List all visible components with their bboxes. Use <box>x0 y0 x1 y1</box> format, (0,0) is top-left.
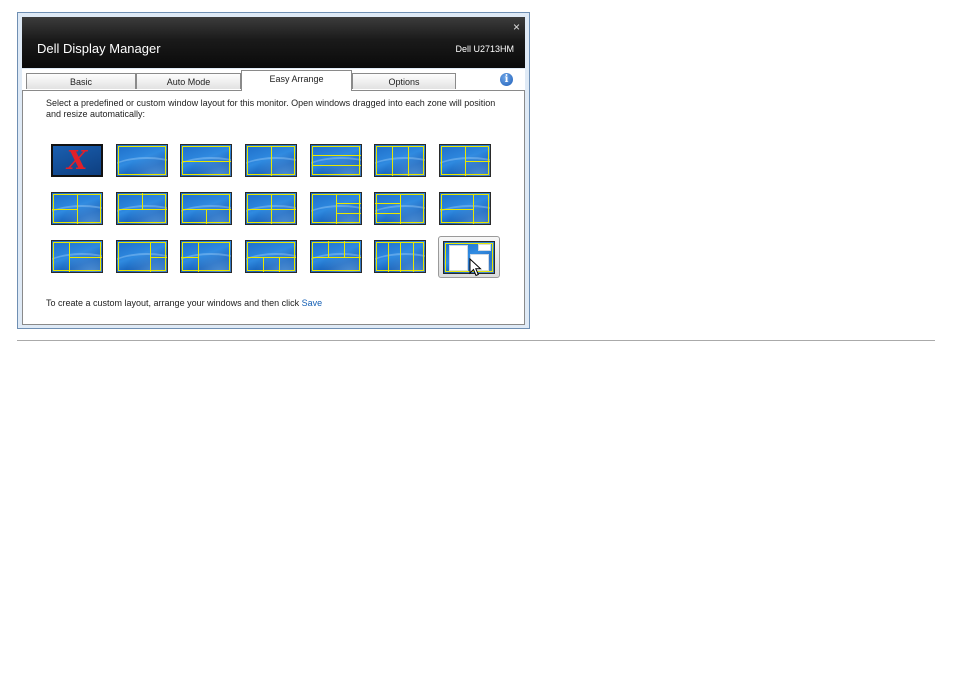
zone-divider <box>440 209 473 210</box>
info-icon[interactable]: i <box>500 73 513 86</box>
zone-divider <box>413 242 414 272</box>
layout-option[interactable] <box>116 240 168 273</box>
zone-divider <box>263 257 264 272</box>
zone-divider <box>336 194 337 224</box>
zone-divider <box>388 242 389 272</box>
zone-divider <box>392 146 393 176</box>
zone-frame <box>312 146 360 175</box>
zone-divider <box>247 209 296 210</box>
layout-option[interactable] <box>51 192 103 225</box>
zone-divider <box>52 209 77 210</box>
zone-divider <box>400 242 401 272</box>
no-layout-mark: X <box>67 146 88 176</box>
zone-divider <box>77 194 78 224</box>
zone-divider <box>375 203 400 204</box>
layout-option[interactable] <box>245 192 297 225</box>
layout-option[interactable] <box>116 144 168 177</box>
custom-window-left <box>449 245 468 271</box>
zone-divider <box>465 161 490 162</box>
zone-frame <box>376 146 424 175</box>
easy-arrange-panel: Select a predefined or custom window lay… <box>22 90 525 325</box>
layout-option[interactable] <box>439 192 491 225</box>
zone-divider <box>312 165 361 166</box>
zone-divider <box>271 146 272 176</box>
layout-option[interactable] <box>245 144 297 177</box>
layout-option[interactable] <box>245 240 297 273</box>
zone-divider <box>328 241 329 257</box>
zone-divider <box>375 213 400 214</box>
layout-option[interactable] <box>374 240 426 273</box>
save-link[interactable]: Save <box>302 298 323 308</box>
monitor-model: Dell U2713HM <box>455 44 514 54</box>
tab-auto-mode[interactable]: Auto Mode <box>136 73 241 89</box>
zone-divider <box>336 203 361 204</box>
zone-divider <box>198 242 199 272</box>
tab-easy-arrange[interactable]: Easy Arrange <box>241 70 352 91</box>
zone-divider <box>118 209 167 210</box>
layout-option[interactable] <box>51 240 103 273</box>
mouse-cursor-icon <box>469 258 482 277</box>
layout-option[interactable] <box>180 192 232 225</box>
footer-prefix: To create a custom layout, arrange your … <box>46 298 302 308</box>
layout-option-none[interactable]: X <box>51 144 103 177</box>
footer-text: To create a custom layout, arrange your … <box>46 298 322 308</box>
layout-option[interactable] <box>374 192 426 225</box>
layout-option[interactable] <box>310 240 362 273</box>
zone-divider <box>206 209 207 224</box>
zone-divider <box>142 193 143 209</box>
zone-divider <box>312 155 361 156</box>
window-title: Dell Display Manager <box>37 41 161 56</box>
layout-option[interactable] <box>439 144 491 177</box>
layout-option[interactable] <box>374 144 426 177</box>
zone-divider <box>473 194 474 224</box>
layout-option[interactable] <box>180 240 232 273</box>
layout-option[interactable] <box>310 144 362 177</box>
zone-divider <box>408 146 409 176</box>
zone-divider <box>182 209 231 210</box>
close-icon[interactable]: × <box>513 21 520 33</box>
tab-options[interactable]: Options <box>352 73 456 89</box>
zone-divider <box>279 257 280 272</box>
layout-description: Select a predefined or custom window lay… <box>46 98 496 119</box>
tab-basic[interactable]: Basic <box>26 73 136 89</box>
zone-divider <box>336 213 361 214</box>
zone-divider <box>181 257 198 258</box>
tab-strip: Basic Auto Mode Easy Arrange Options i <box>22 69 525 91</box>
layout-option[interactable] <box>310 192 362 225</box>
layout-option[interactable] <box>116 192 168 225</box>
zone-divider <box>150 257 167 258</box>
custom-window-top-right <box>478 244 491 251</box>
zone-divider <box>69 257 102 258</box>
zone-divider <box>400 194 401 224</box>
zone-divider <box>247 257 296 258</box>
zone-divider <box>182 161 231 162</box>
title-bar: Dell Display Manager Dell U2713HM × <box>22 17 525 68</box>
zone-divider <box>344 241 345 257</box>
zone-divider <box>312 257 361 258</box>
page-divider <box>17 340 935 341</box>
layout-option[interactable] <box>180 144 232 177</box>
zone-frame <box>118 146 166 175</box>
dell-display-manager-window: Dell Display Manager Dell U2713HM × Basi… <box>17 12 530 329</box>
